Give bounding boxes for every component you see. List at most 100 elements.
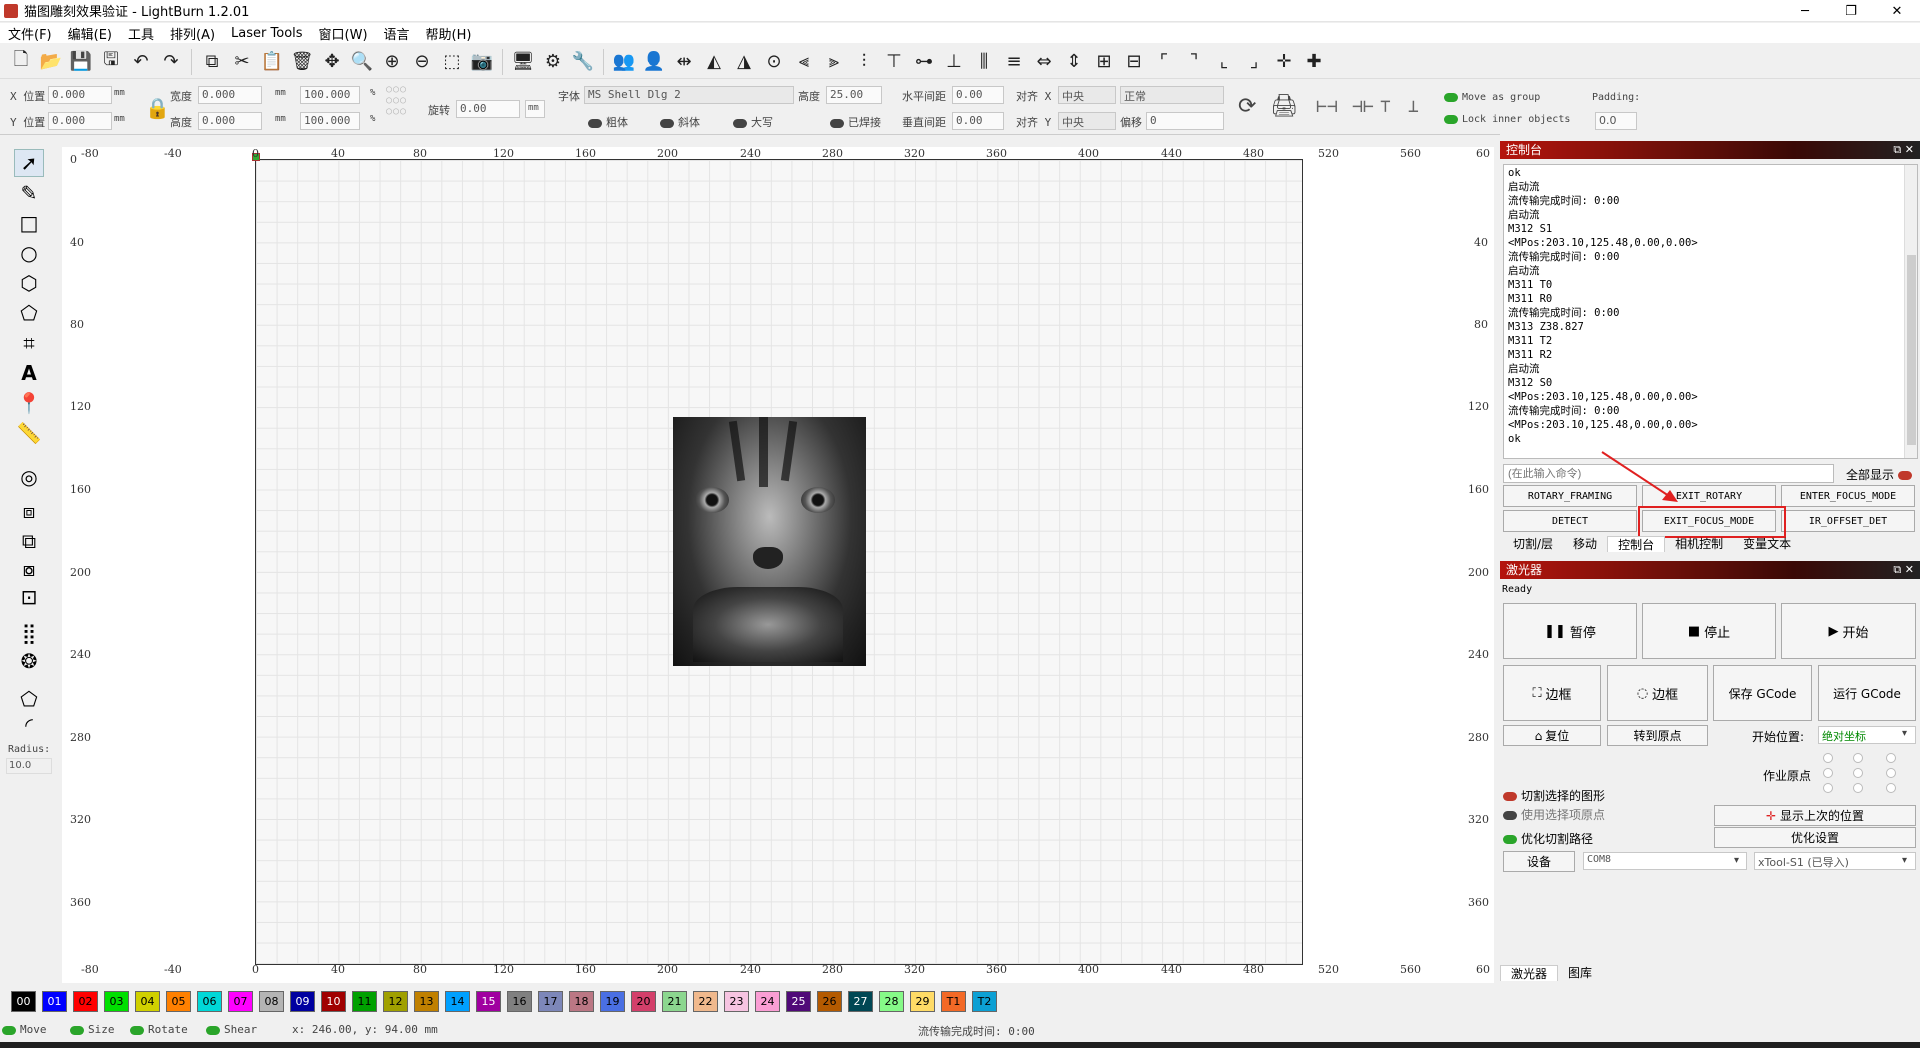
caps-toggle[interactable]: 大写 [733,114,773,130]
boolean-intersect-icon[interactable]: ⧇ [14,555,44,583]
layer-color-swatch[interactable]: 11 [352,990,377,1012]
y-position-input[interactable]: 0.000 [48,112,112,130]
align-bottom-icon[interactable]: ⊥ [941,49,967,75]
zoom-selection-icon[interactable]: ⬚ [439,49,465,75]
layer-color-swatch[interactable]: 29 [910,990,935,1012]
layer-color-swatch[interactable]: 02 [73,990,98,1012]
zoom-fit-icon[interactable]: 🔍 [349,49,375,75]
group-icon[interactable]: 👥 [611,49,637,75]
job-origin-radio[interactable] [1886,783,1896,793]
menu-edit[interactable]: 编辑(E) [60,24,120,43]
layer-color-swatch[interactable]: 24 [755,990,780,1012]
align-bottom-objects-icon[interactable]: ⊥ [1408,96,1419,117]
zoom-out-icon[interactable]: ⊖ [409,49,435,75]
tab-library[interactable]: 图库 [1558,965,1602,981]
cut-selected-toggle[interactable]: 切割选择的图形 [1503,787,1605,804]
layer-color-swatch[interactable]: 22 [693,990,718,1012]
layer-color-swatch[interactable]: 25 [786,990,811,1012]
circular-array-icon[interactable]: ❂ [14,647,44,675]
distribute-h-icon[interactable]: ⫼ [971,49,997,75]
anchor-grid-icon[interactable]: ○○○ ○○○ ○○○ [386,84,407,117]
shear-toggle[interactable]: Shear [206,1023,257,1036]
move-icon[interactable]: ✥ [319,49,345,75]
show-last-position-button[interactable]: ✛ 显示上次的位置 [1714,805,1916,826]
layer-color-swatch[interactable]: 18 [569,990,594,1012]
menu-laser-tools[interactable]: Laser Tools [223,26,310,41]
layer-color-swatch[interactable]: 20 [631,990,656,1012]
tab-move[interactable]: 移动 [1563,536,1607,552]
weld-icon[interactable]: ⊡ [14,583,44,611]
layer-color-swatch[interactable]: 05 [166,990,191,1012]
layer-color-swatch[interactable]: 23 [724,990,749,1012]
console-scrollbar-thumb[interactable] [1907,255,1916,445]
space-h-icon[interactable]: ⇔ [1031,49,1057,75]
menu-language[interactable]: 语言 [376,24,418,43]
macro-enter-focus-mode-button[interactable]: ENTER_FOCUS_MODE [1781,485,1915,507]
align-y-select[interactable]: 中央 [1058,112,1116,130]
save-gcode-button[interactable]: 保存 GCode [1713,665,1812,721]
menu-help[interactable]: 帮助(H) [418,24,480,43]
ungroup-icon[interactable]: 👤 [641,49,667,75]
align-center-icon[interactable]: ⊙ [761,49,787,75]
layer-color-swatch[interactable]: T2 [972,990,997,1012]
run-gcode-button[interactable]: 运行 GCode [1818,665,1916,721]
job-origin-radio[interactable] [1823,783,1833,793]
align-right-icon[interactable]: ⫸ [821,49,847,75]
align-x-select[interactable]: 中央 [1058,86,1116,104]
new-file-icon[interactable]: 🗋 [8,49,34,75]
cut-icon[interactable]: ✂ [229,49,255,75]
height-input[interactable]: 0.000 [198,112,262,130]
wrench-icon[interactable]: 🔧 [570,49,596,75]
corner-top-left-icon[interactable]: ⌜ [1151,49,1177,75]
corner-radius-icon[interactable]: ◜ [14,711,44,739]
hspace-input[interactable]: 0.00 [952,86,1004,104]
layer-color-swatch[interactable]: 14 [445,990,470,1012]
tab-console[interactable]: 控制台 [1607,536,1666,552]
devices-button[interactable]: 设备 [1503,851,1575,872]
cross-icon[interactable]: ✚ [1301,49,1327,75]
menu-tools[interactable]: 工具 [120,24,162,43]
size-toggle[interactable]: Size [70,1023,115,1036]
paste-icon[interactable]: 📋 [259,49,285,75]
goto-origin-button[interactable]: 转到原点 [1607,725,1708,746]
layer-color-swatch[interactable]: 13 [414,990,439,1012]
optimize-cut-toggle[interactable]: 优化切割路径 [1503,830,1593,847]
frame-circle-button[interactable]: ◌ 边框 [1607,665,1708,721]
layer-color-swatch[interactable]: T1 [941,990,966,1012]
start-button[interactable]: ▶ 开始 [1781,603,1916,659]
move-as-group-toggle[interactable]: Move as group [1444,92,1540,103]
job-origin-radio[interactable] [1823,768,1833,778]
layer-color-swatch[interactable]: 16 [507,990,532,1012]
frame-icon[interactable]: ⌗ [14,329,44,357]
panel-float-close-icon[interactable]: ⧉ ✕ [1893,561,1914,579]
vspace-input[interactable]: 0.00 [952,112,1004,130]
pause-button[interactable]: ❚❚ 暂停 [1503,603,1637,659]
macro-detect-button[interactable]: DETECT [1503,510,1637,532]
rotate-input[interactable]: 0.00 [456,100,520,118]
position-pin-icon[interactable]: 📍 [14,389,44,417]
rotate-toggle[interactable]: Rotate [130,1023,188,1036]
corner-bottom-right-icon[interactable]: ⌟ [1241,49,1267,75]
layer-color-swatch[interactable]: 10 [321,990,346,1012]
show-all-toggle[interactable]: 全部显示 [1846,466,1916,483]
width-percent-input[interactable]: 100.000 [300,86,360,104]
open-folder-icon[interactable]: 📂 [38,49,64,75]
flip-horizontal-icon[interactable]: ⇹ [671,49,697,75]
center-objects-icon[interactable]: ⊣⊢ [1352,96,1374,117]
make-same-width-icon[interactable]: ⊞ [1091,49,1117,75]
layer-color-swatch[interactable]: 15 [476,990,501,1012]
layer-color-swatch[interactable]: 00 [11,990,36,1012]
monitor-icon[interactable]: 🖥 [510,49,536,75]
grid-array-icon[interactable]: ⣿ [14,619,44,647]
offset-input[interactable]: 0 [1146,112,1224,130]
align-top-icon[interactable]: ⊤ [881,49,907,75]
make-same-height-icon[interactable]: ⊟ [1121,49,1147,75]
job-origin-radio[interactable] [1853,753,1863,763]
console-scrollbar[interactable] [1904,165,1917,458]
x-position-input[interactable]: 0.000 [48,86,112,104]
layer-color-swatch[interactable]: 19 [600,990,625,1012]
job-origin-radio[interactable] [1823,753,1833,763]
lock-inner-toggle[interactable]: Lock inner objects [1444,114,1570,125]
refresh-icon[interactable]: ⟳ [1238,94,1256,119]
polygon-icon[interactable]: ⬡ [14,269,44,297]
